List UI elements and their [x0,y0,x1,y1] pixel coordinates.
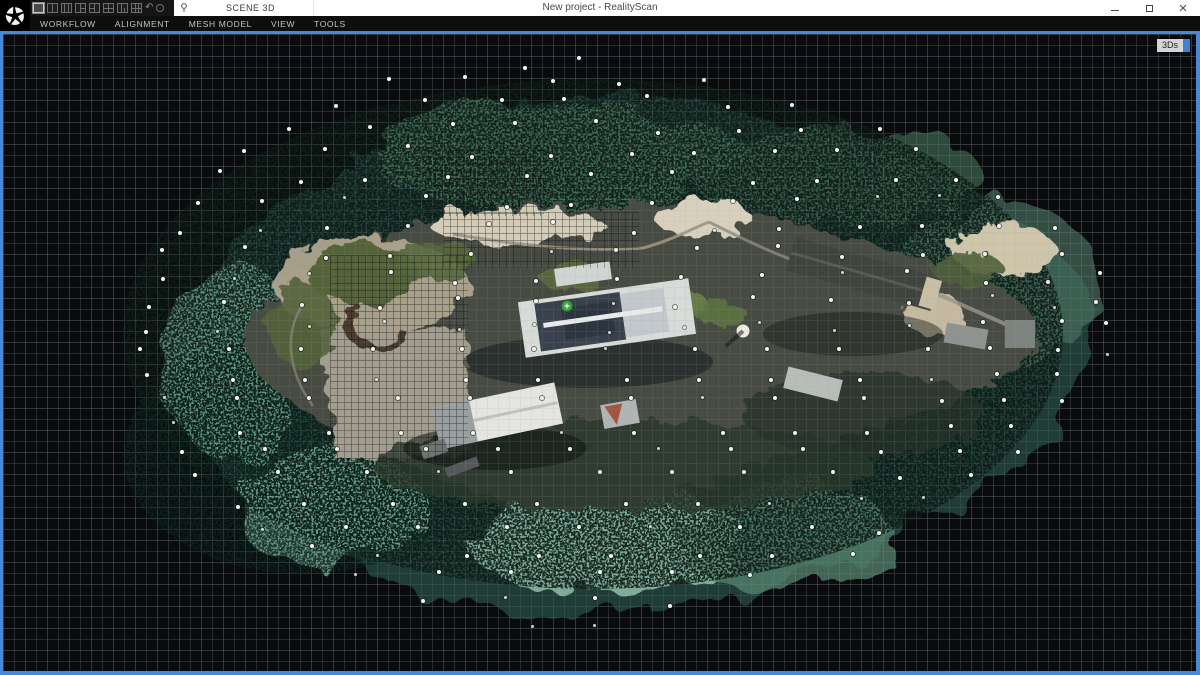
restore-button[interactable] [1132,0,1166,16]
menu-workflow[interactable]: WORKFLOW [40,19,96,29]
tab-scene-3d[interactable]: SCENE 3D [174,0,314,16]
title-bar: ↶ SCENE 3D New project - RealityScan [0,0,1200,16]
layout-two-columns-icon[interactable] [47,3,58,13]
layout-three-columns-icon[interactable] [61,3,72,13]
window-controls [1098,0,1200,16]
realityscan-logo [0,0,30,31]
menu-bar: WORKFLOW ALIGNMENT MESH MODEL VIEW TOOLS [0,16,1200,31]
layout-single-pane-icon[interactable] [33,3,44,13]
point-cloud-scene [3,34,1196,671]
layout-quick-toolbar: ↶ [33,2,164,14]
viewport-type-label: 3Ds [1157,39,1183,52]
layout-grid-six-icon[interactable] [131,3,142,13]
minimize-icon [1111,10,1119,11]
layout-grid-four-icon[interactable] [103,3,114,13]
undo-layout-icon[interactable]: ↶ [145,3,153,13]
viewport-3d[interactable]: 3Ds [0,31,1200,675]
scene-marker[interactable] [562,301,573,312]
close-button[interactable] [1166,0,1200,16]
application-window: ↶ SCENE 3D New project - RealityScan [0,0,1200,675]
menu-tools[interactable]: TOOLS [314,19,346,29]
minimize-button[interactable] [1098,0,1132,16]
viewport-accent-handle[interactable] [1183,39,1190,52]
menu-mesh-model[interactable]: MESH MODEL [189,19,252,29]
blockhouse-building [1005,320,1035,348]
layout-one-plus-two-icon[interactable] [75,3,86,13]
restore-icon [1146,5,1153,12]
viewport-type-badge[interactable]: 3Ds [1157,39,1190,52]
menu-alignment[interactable]: ALIGNMENT [115,19,170,29]
layout-two-plus-one-icon[interactable] [89,3,100,13]
close-icon [1179,4,1187,12]
menu-view[interactable]: VIEW [271,19,295,29]
pin-icon [180,3,188,13]
restore-layout-icon[interactable] [156,4,164,12]
tab-label: SCENE 3D [188,3,313,13]
layout-columns-wide-icon[interactable] [117,3,128,13]
